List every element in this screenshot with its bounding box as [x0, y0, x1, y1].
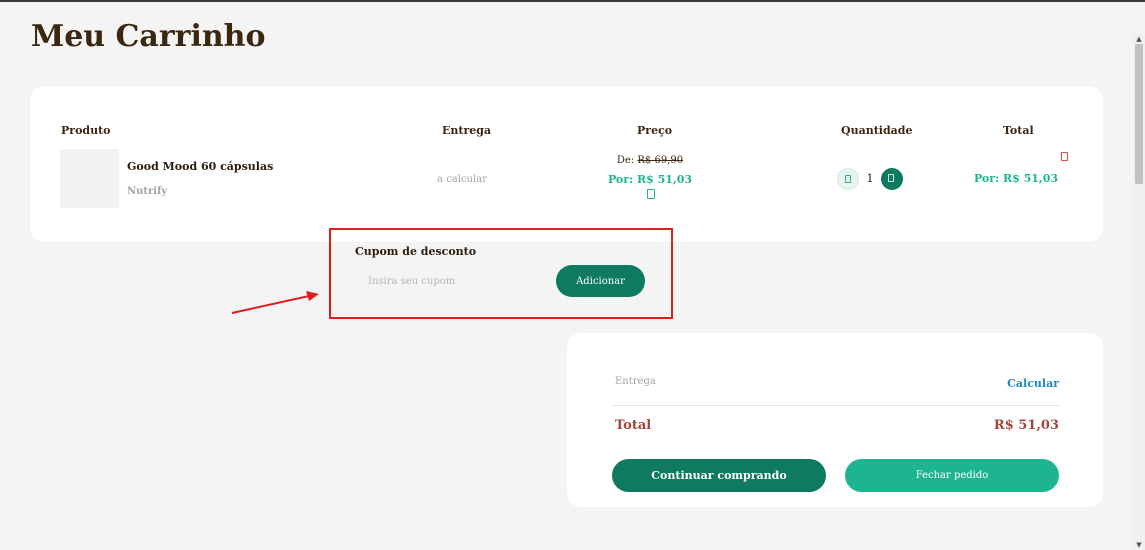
header-total: Total [1003, 124, 1034, 137]
price-old: De: R$ 69,90 [590, 155, 710, 166]
quantity-value: 1 [866, 172, 874, 185]
bookmark-icon[interactable] [647, 189, 655, 199]
coupon-label: Cupom de desconto [355, 245, 477, 258]
header-quantity: Quantidade [841, 124, 913, 137]
cart-table-card: Produto Entrega Preço Quantidade Total G… [30, 86, 1103, 242]
order-summary-card: Entrega Calcular Total R$ 51,03 Continua… [567, 333, 1103, 507]
header-product: Produto [61, 124, 111, 137]
minus-icon [845, 175, 851, 183]
summary-total-value: R$ 51,03 [993, 418, 1059, 433]
quantity-decrease-button[interactable] [837, 168, 859, 190]
summary-total-label: Total [615, 418, 652, 433]
add-coupon-button[interactable]: Adicionar [556, 265, 645, 297]
checkout-button[interactable]: Fechar pedido [845, 459, 1059, 492]
quantity-increase-button[interactable] [881, 168, 903, 190]
delivery-value: a calcular [437, 174, 487, 185]
summary-divider [613, 405, 1059, 406]
summary-delivery-label: Entrega [615, 376, 656, 387]
coupon-input[interactable] [355, 268, 545, 294]
header-delivery: Entrega [442, 124, 492, 137]
continue-shopping-button[interactable]: Continuar comprando [612, 459, 826, 492]
scroll-down-icon[interactable]: ▼ [1133, 540, 1145, 550]
price-old-prefix: De: [616, 155, 635, 166]
price-new: Por: R$ 51,03 [607, 173, 693, 186]
item-total-value: Por: R$ 51,03 [973, 172, 1059, 185]
product-name[interactable]: Good Mood 60 cápsulas [127, 160, 273, 173]
product-brand: Nutrify [127, 186, 168, 197]
scrollbar-thumb[interactable] [1135, 44, 1143, 184]
header-price: Preço [637, 124, 673, 137]
price-old-value: R$ 69,90 [637, 155, 684, 166]
page-scrollbar[interactable]: ▲ ▼ [1133, 34, 1145, 550]
plus-icon [888, 174, 894, 182]
product-image[interactable] [60, 149, 119, 208]
scroll-up-icon[interactable]: ▲ [1133, 34, 1145, 44]
trash-icon[interactable] [1061, 152, 1068, 161]
page-title: Meu Carrinho [31, 19, 266, 54]
annotation-arrow-icon [231, 291, 319, 314]
calculate-shipping-link[interactable]: Calcular [1007, 377, 1059, 390]
